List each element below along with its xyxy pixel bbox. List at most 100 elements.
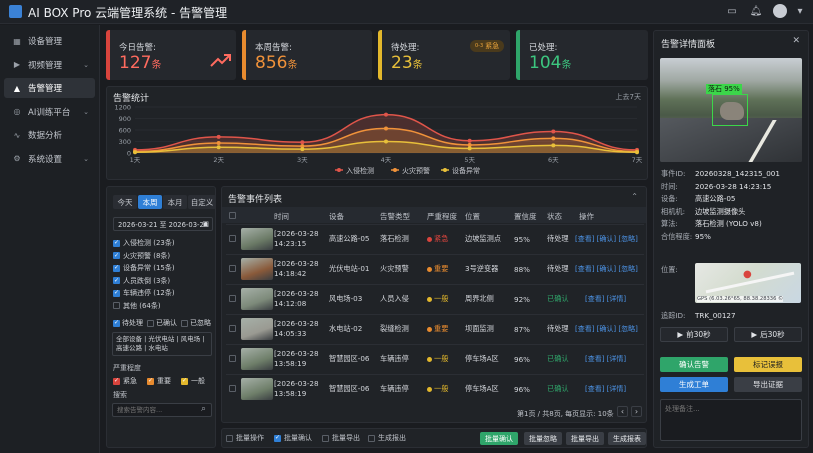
row-checkbox[interactable]	[229, 385, 236, 392]
column-header[interactable]: 时间	[274, 211, 289, 222]
prev-page-button[interactable]: ‹	[617, 406, 628, 417]
bulk-button-1[interactable]: 批量忽略	[524, 432, 562, 445]
legend-label[interactable]: 入侵检测	[346, 166, 374, 175]
row-actions[interactable]: [查看] [确认] [忽略]	[575, 255, 638, 283]
bulk-button-0[interactable]: 批量确认	[480, 432, 518, 445]
tab-1[interactable]: 本周	[138, 195, 162, 209]
row-checkbox[interactable]	[229, 265, 236, 272]
type-filter-checkbox[interactable]: ✓ 设备异常 (15条)	[113, 263, 175, 273]
row-checkbox[interactable]	[229, 235, 236, 242]
alarm-thumbnail[interactable]	[241, 348, 273, 370]
alarm-thumbnail[interactable]	[241, 228, 273, 250]
alarm-thumbnail[interactable]	[241, 318, 273, 340]
table-row[interactable]: [2026-03-28 14:23:15 高速公路-05 落石检测 边坡监测点 95% 紧急…	[226, 224, 644, 252]
sidebar-item-4[interactable]: ∿ 数据分析	[4, 125, 95, 145]
type-filter-checkbox[interactable]: ✓ 人员跌倒 (3条)	[113, 276, 170, 286]
row-actions[interactable]: [查看] [详情]	[585, 285, 626, 313]
sidebar-item-1[interactable]: ▶ 视频管理 ⌄	[4, 55, 95, 75]
row-actions[interactable]: [查看] [确认] [忽略]	[575, 315, 638, 343]
mark-false-alarm-button[interactable]: 标记误报	[734, 357, 802, 372]
checkbox-label: 设备异常 (15条)	[123, 264, 175, 272]
bulk-option-checkbox[interactable]: 生成报出	[368, 433, 406, 443]
next-30s-button[interactable]: ▶ 后30秒	[734, 327, 802, 342]
bulk-button-2[interactable]: 批量导出	[566, 432, 604, 445]
select-all-checkbox[interactable]	[229, 212, 236, 219]
bulk-option-checkbox[interactable]: 批量操作	[226, 433, 264, 443]
location-map[interactable]: ● GPS (6.03.26°65, 88.38.28336 ©	[695, 263, 801, 303]
table-row[interactable]: [2026-03-28 14:12:08 风电场-03 人员入侵 周界北侧 92% 一般 已确…	[226, 284, 644, 312]
severity-checkbox[interactable]: ✓ 紧急	[113, 376, 137, 386]
search-input[interactable]	[112, 403, 212, 417]
column-header[interactable]: 位置	[465, 211, 480, 222]
column-header[interactable]: 置信度	[514, 211, 537, 222]
row-actions[interactable]: [查看] [详情]	[585, 375, 626, 403]
severity-checkbox[interactable]: ✓ 重要	[147, 376, 171, 386]
status-filter-checkbox[interactable]: 已确认	[147, 318, 177, 328]
alarm-thumbnail[interactable]	[241, 258, 273, 280]
message-icon[interactable]: ▭	[725, 4, 739, 18]
time-clock: 14:18:42	[274, 269, 307, 278]
type-filter-checkbox[interactable]: ✓ 入侵检测 (23条)	[113, 238, 175, 248]
prev-30s-button[interactable]: ▶ 前30秒	[660, 327, 728, 342]
urgent-badge[interactable]: 0-3 紧急	[470, 40, 505, 52]
table-row[interactable]: [2026-03-28 14:05:33 水电站-02 裂缝检测 坝面监测 87% 重要 待处…	[226, 314, 644, 342]
type-filter-checkbox[interactable]: 其他 (64条)	[113, 301, 161, 311]
tab-3[interactable]: 自定义	[188, 195, 216, 209]
time-date: [2026-03-28	[274, 229, 319, 238]
date-range-input[interactable]: 2026-03-21 至 2026-03-28 ▣	[113, 217, 213, 231]
legend-label[interactable]: 设备异常	[452, 166, 480, 175]
avatar[interactable]	[773, 4, 787, 18]
severity-checkbox[interactable]: ✓ 一般	[181, 376, 205, 386]
chevron-down-icon[interactable]: ▾	[797, 4, 803, 18]
alarm-thumbnail[interactable]	[241, 378, 273, 400]
column-header[interactable]: 状态	[547, 211, 562, 222]
type-filter-checkbox[interactable]: ✓ 火灾预警 (8条)	[113, 251, 170, 261]
column-header[interactable]: 操作	[579, 211, 594, 222]
tab-2[interactable]: 本月	[163, 195, 187, 209]
status-filter-checkbox[interactable]: ✓ 待处理	[113, 318, 143, 328]
search-icon[interactable]: ⌕	[201, 404, 206, 414]
row-checkbox[interactable]	[229, 325, 236, 332]
row-actions[interactable]: [查看] [确认] [忽略]	[575, 225, 638, 253]
confirm-alarm-button[interactable]: 确认告警	[660, 357, 728, 372]
sidebar-item-5[interactable]: ⚙ 系统设置 ⌄	[4, 149, 95, 169]
type-cell: 裂缝检测	[380, 324, 409, 333]
detection-snapshot[interactable]: 落石 95%	[660, 58, 802, 162]
tab-0[interactable]: 今天	[113, 195, 137, 209]
column-header[interactable]: 设备	[329, 211, 344, 222]
column-header[interactable]: 告警类型	[380, 211, 410, 222]
bulk-option-checkbox[interactable]: ✓ 批量确认	[274, 433, 312, 443]
device-select[interactable]: 全部设备 | 光伏电站 | 风电场 | 高速公路 | 水电站	[112, 332, 212, 356]
status-filter-checkbox[interactable]: 已忽略	[181, 318, 211, 328]
checkbox-icon: ✓	[181, 377, 188, 385]
row-actions[interactable]: [查看] [详情]	[585, 345, 626, 373]
checkbox-label: 批量操作	[236, 434, 264, 442]
bulk-button-3[interactable]: 生成报表	[608, 432, 646, 445]
bell-icon[interactable]: 🔔︎	[749, 4, 763, 18]
collapse-icon[interactable]: ⌃	[631, 192, 638, 201]
alarm-thumbnail[interactable]	[241, 288, 273, 310]
note-textarea[interactable]	[660, 399, 802, 441]
row-checkbox[interactable]	[229, 295, 236, 302]
sidebar-item-2[interactable]: ▲ 告警管理	[4, 78, 95, 98]
create-ticket-button[interactable]: 生成工单	[660, 377, 728, 392]
x-tick-label: 7天	[632, 156, 643, 164]
detail-field-label: 算法:	[661, 219, 678, 228]
table-row[interactable]: [2026-03-28 13:58:19 智慧园区-06 车辆违停 停车场A区 96% 一般…	[226, 374, 644, 402]
map-pin-icon: ●	[743, 269, 752, 280]
type-filter-checkbox[interactable]: ✓ 车辆违停 (12条)	[113, 288, 175, 298]
checkbox-label: 已忽略	[190, 319, 211, 327]
next-page-button[interactable]: ›	[631, 406, 642, 417]
track-label: 追踪ID:	[661, 311, 686, 320]
legend-label[interactable]: 火灾预警	[402, 166, 430, 175]
sidebar-item-0[interactable]: ▦ 设备管理	[4, 31, 95, 51]
checkbox-label: 已确认	[156, 319, 177, 327]
table-row[interactable]: [2026-03-28 13:58:19 智慧园区-06 车辆违停 停车场A区 96% 一般…	[226, 344, 644, 372]
close-icon[interactable]: ✕	[792, 36, 800, 46]
export-evidence-button[interactable]: 导出证据	[734, 377, 802, 392]
sidebar-item-3[interactable]: ◎ AI训练平台 ⌄	[4, 102, 95, 122]
row-checkbox[interactable]	[229, 355, 236, 362]
bulk-option-checkbox[interactable]: 批量导出	[322, 433, 360, 443]
column-header[interactable]: 严重程度	[427, 211, 457, 222]
table-row[interactable]: [2026-03-28 14:18:42 光伏电站-01 火灾预警 3号逆变器 88% 重要…	[226, 254, 644, 282]
